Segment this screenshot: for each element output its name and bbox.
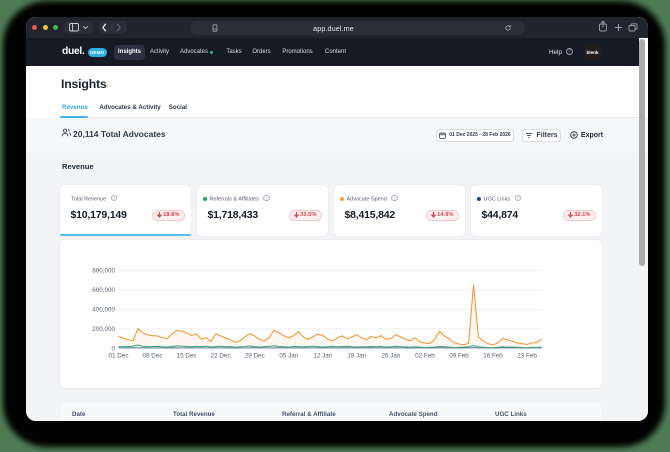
svg-text:16 Feb: 16 Feb xyxy=(483,353,503,360)
svg-text:09 Feb: 09 Feb xyxy=(449,353,469,360)
svg-text:400,000: 400,000 xyxy=(92,307,115,314)
svg-text:02 Feb: 02 Feb xyxy=(415,353,435,360)
svg-text:19 Jan: 19 Jan xyxy=(347,353,366,360)
svg-text:800,000: 800,000 xyxy=(92,268,115,275)
svg-text:22 Dec: 22 Dec xyxy=(211,353,231,360)
svg-text:15 Dec: 15 Dec xyxy=(177,353,197,360)
svg-text:08 Dec: 08 Dec xyxy=(143,353,163,360)
svg-text:23 Feb: 23 Feb xyxy=(517,353,537,360)
svg-text:200,000: 200,000 xyxy=(92,326,115,333)
svg-text:12 Jan: 12 Jan xyxy=(313,353,332,360)
svg-text:26 Jan: 26 Jan xyxy=(381,353,400,360)
svg-text:29 Dec: 29 Dec xyxy=(245,353,265,360)
svg-text:05 Jan: 05 Jan xyxy=(279,353,298,360)
svg-text:01 Dec: 01 Dec xyxy=(109,353,129,360)
svg-text:600,000: 600,000 xyxy=(92,287,115,294)
